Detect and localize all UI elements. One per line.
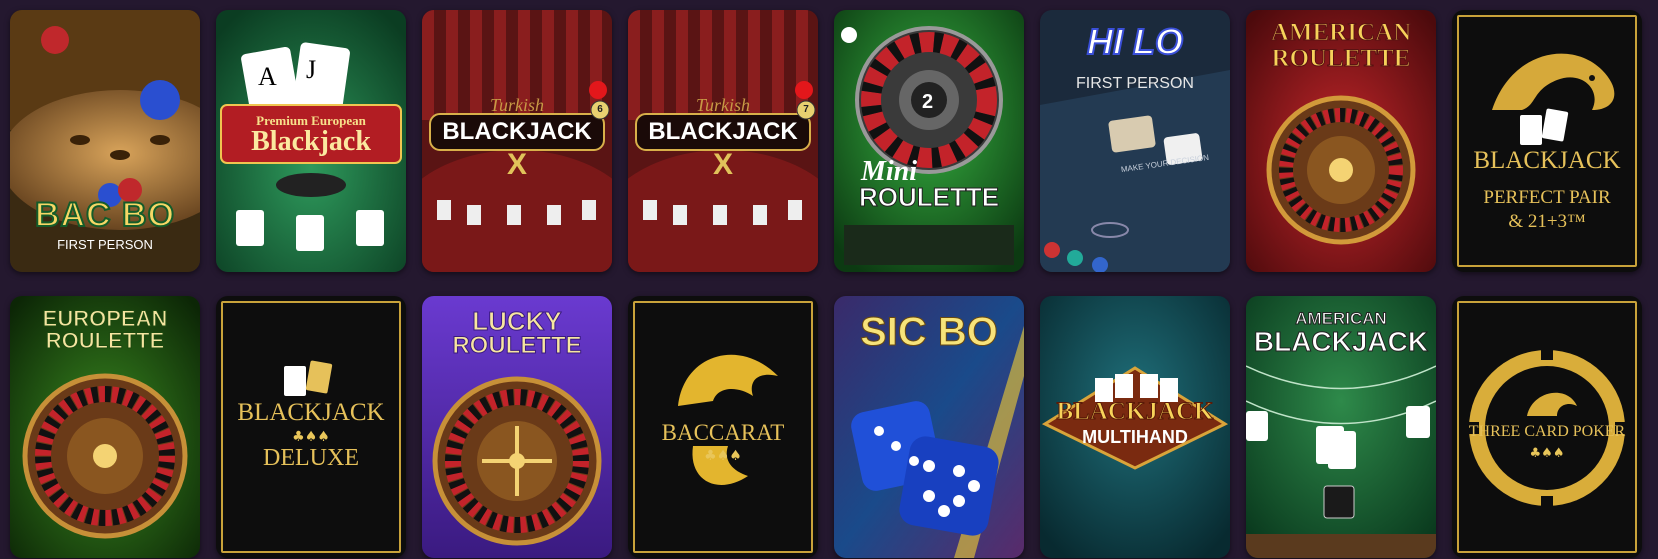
game-tile-turkish-blackjack-x-6[interactable]: Turkish BLACKJACK X 6 [422, 10, 612, 272]
game-title: BLACKJACK [442, 118, 592, 145]
first-person-badge: FIRST PERSON [57, 237, 153, 252]
svg-text:2: 2 [922, 91, 933, 113]
game-tile-premium-european-blackjack[interactable]: A J Premium European Blackjack [216, 10, 406, 272]
mini-roulette-artwork: 2 [834, 10, 1024, 272]
game-tile-hi-lo[interactable]: HI LO FIRST PERSON MAKE YOUR DECISION [1040, 10, 1230, 272]
game-badge-x: X [712, 148, 733, 181]
game-title: ROULETTE [45, 328, 165, 353]
game-title: BAC BO [34, 196, 176, 234]
suits-icon: ♣♠♠ [704, 448, 742, 464]
chip-number: 6 [597, 104, 603, 115]
game-title: ROULETTE [1271, 45, 1411, 72]
game-title: BLACKJACK [648, 118, 798, 145]
game-line2: DELUXE [263, 445, 359, 471]
game-tile-blackjack-deluxe[interactable]: BLACKJACK ♣♠♠ DELUXE [216, 296, 406, 558]
game-subtitle: AMERICAN [1295, 309, 1388, 328]
game-subtitle: Turkish [489, 95, 545, 115]
chip-number: 7 [803, 104, 809, 115]
game-title: BLACKJACK [1253, 326, 1429, 357]
game-subtitle: AMERICAN [1270, 19, 1412, 46]
game-title: ROULETTE [858, 182, 1000, 212]
game-title: HI LO [1086, 21, 1184, 62]
suits-icon: ♣♠♠ [1529, 446, 1565, 461]
first-person-badge: FIRST PERSON [1076, 75, 1194, 92]
svg-text:J: J [306, 55, 316, 84]
game-subtitle: EUROPEAN [42, 306, 168, 331]
game-tile-blackjack-multihand[interactable]: BLACKJACK MULTIHAND [1040, 296, 1230, 558]
game-title: BACCARAT [661, 420, 785, 445]
game-tile-bac-bo[interactable]: BAC BO FIRST PERSON [10, 10, 200, 272]
game-tile-three-card-poker[interactable]: THREE CARD POKER ♣♠♠ [1452, 296, 1642, 558]
game-title: BLACKJACK [1473, 147, 1621, 174]
game-line2: MULTIHAND [1082, 427, 1188, 447]
game-title: ROULETTE [452, 332, 582, 359]
game-line3: & 21+3™ [1508, 211, 1586, 232]
game-grid: BAC BO FIRST PERSON A J Premium European… [10, 10, 1642, 558]
game-tile-american-roulette[interactable]: AMERICAN ROULETTE [1246, 10, 1436, 272]
game-tile-baccarat[interactable]: BACCARAT ♣♠♠ [628, 296, 818, 558]
game-badge-x: X [506, 148, 527, 181]
game-subtitle: Turkish [695, 95, 751, 115]
game-line2: PERFECT PAIR [1483, 187, 1611, 208]
cards-icon [284, 360, 333, 396]
suits-icon: ♣♠♠ [292, 429, 330, 445]
game-tile-blackjack-perfect-pair[interactable]: BLACKJACK PERFECT PAIR & 21+3™ [1452, 10, 1642, 272]
game-tile-sic-bo[interactable]: SIC BO [834, 296, 1024, 558]
game-title: SIC BO [860, 310, 999, 354]
game-tile-european-roulette[interactable]: EUROPEAN ROULETTE [10, 296, 200, 558]
svg-text:A: A [258, 62, 277, 91]
game-tile-lucky-roulette[interactable]: LUCKY ROULETTE [422, 296, 612, 558]
dragon-icon [1492, 53, 1615, 145]
game-title: Blackjack [251, 126, 371, 157]
game-title: BLACKJACK [237, 399, 385, 426]
game-tile-turkish-blackjack-x-7[interactable]: Turkish BLACKJACK X 7 [628, 10, 818, 272]
game-subtitle: LUCKY [472, 306, 563, 336]
game-title: THREE CARD POKER [1468, 423, 1626, 440]
game-tile-mini-roulette[interactable]: 2 Mini ROULETTE [834, 10, 1024, 272]
game-tile-american-blackjack[interactable]: AMERICAN BLACKJACK [1246, 296, 1436, 558]
game-title: BLACKJACK [1056, 398, 1214, 425]
